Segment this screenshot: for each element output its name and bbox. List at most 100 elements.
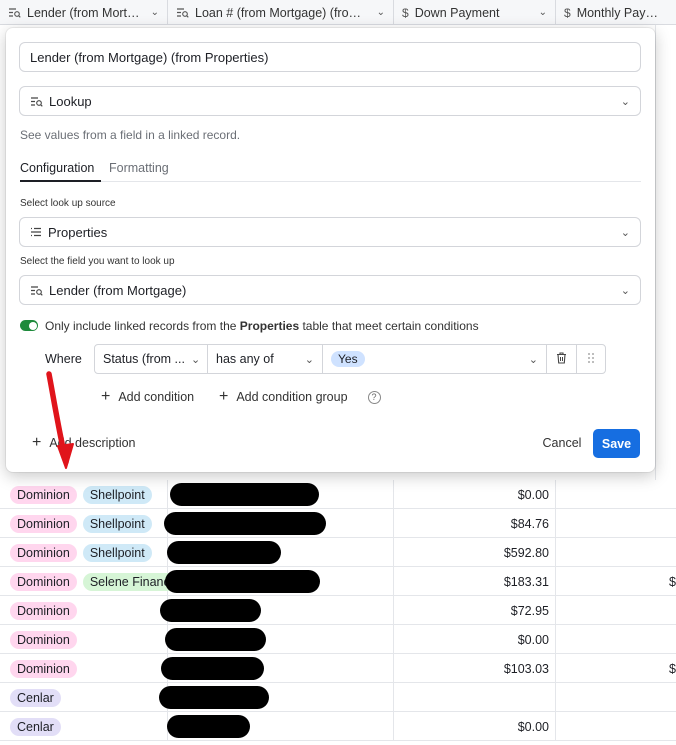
redaction-mark xyxy=(165,570,320,593)
lender-cell[interactable]: Dominion Shellpoint xyxy=(0,480,168,509)
lookup-field-label: Select the field you want to look up xyxy=(20,256,175,267)
grid-background xyxy=(655,25,676,480)
add-condition-button[interactable]: + Add condition xyxy=(101,388,195,405)
lookup-field-select[interactable]: Lender (from Mortgage) ⌄ xyxy=(19,275,641,305)
conditions-toggle[interactable] xyxy=(20,320,38,331)
help-icon[interactable]: ? xyxy=(367,390,381,404)
plus-icon: + xyxy=(101,388,111,405)
field-type-value: Lookup xyxy=(49,93,92,109)
cancel-button[interactable]: Cancel xyxy=(532,428,592,458)
lender-cell[interactable]: Cenlar xyxy=(0,683,168,712)
monthly-payment-cell[interactable]: $ xyxy=(556,567,676,596)
lender-pill: Dominion xyxy=(10,543,77,562)
lender-cell[interactable]: Dominion Shellpoint xyxy=(0,538,168,567)
table-row[interactable]: Dominion Shellpoint $0.00 xyxy=(0,480,676,509)
down-payment-cell[interactable]: $72.95 xyxy=(394,596,556,625)
conditions-table-name: Properties xyxy=(239,319,300,333)
lender-cell[interactable]: Cenlar xyxy=(0,712,168,741)
monthly-payment-cell[interactable]: $ xyxy=(556,654,676,683)
table-row[interactable]: Dominion Shellpoint $592.80 xyxy=(0,538,676,567)
tab-configuration[interactable]: Configuration xyxy=(20,161,94,175)
lender-pill: Shellpoint xyxy=(82,485,152,504)
source-label: Select look up source xyxy=(20,198,116,209)
lender-pill: Dominion xyxy=(10,659,77,678)
table-row[interactable]: Dominion $103.03 $ xyxy=(0,654,676,683)
plus-icon: + xyxy=(32,434,42,451)
lender-cell[interactable]: Dominion Shellpoint xyxy=(0,509,168,538)
lender-cell[interactable]: Dominion xyxy=(0,596,168,625)
condition-value-select[interactable]: Yes ⌄ xyxy=(323,345,547,373)
redaction-mark xyxy=(160,599,261,622)
chevron-down-icon[interactable]: ⌄ xyxy=(377,7,385,18)
condition-operator-select[interactable]: has any of ⌄ xyxy=(208,345,323,373)
lookup-icon xyxy=(8,7,21,18)
lookup-source-select[interactable]: Properties ⌄ xyxy=(19,217,641,247)
grid-header: Lender (from Mortga... ⌄ Loan # (from Mo… xyxy=(0,0,676,25)
column-header-loan-number[interactable]: Loan # (from Mortgage) (from Pr... ⌄ xyxy=(168,0,394,25)
column-header-label: Monthly Payment xyxy=(576,5,668,20)
field-name-input[interactable]: Lender (from Mortgage) (from Properties) xyxy=(19,42,641,72)
lender-cell[interactable]: Dominion Selene Finance xyxy=(0,567,184,596)
column-header-down-payment[interactable]: $ Down Payment ⌄ xyxy=(394,0,556,25)
drag-handle[interactable] xyxy=(577,345,605,373)
column-header-label: Lender (from Mortga... xyxy=(27,5,145,20)
down-payment-cell[interactable]: $0.00 xyxy=(394,712,556,741)
linked-record-icon xyxy=(30,227,42,237)
down-payment-cell[interactable] xyxy=(394,683,556,712)
monthly-payment-cell[interactable] xyxy=(556,509,676,538)
down-payment-cell[interactable]: $84.76 xyxy=(394,509,556,538)
down-payment-cell[interactable]: $0.00 xyxy=(394,625,556,654)
delete-condition-button[interactable] xyxy=(547,345,577,373)
table-row[interactable]: Dominion Selene Finance $183.31 $ xyxy=(0,567,676,596)
lender-cell[interactable]: Dominion xyxy=(0,625,168,654)
lender-pill: Dominion xyxy=(10,630,77,649)
monthly-payment-cell[interactable] xyxy=(556,712,676,741)
redaction-mark xyxy=(167,541,281,564)
chevron-down-icon[interactable]: ⌄ xyxy=(151,7,159,18)
monthly-payment-cell[interactable] xyxy=(556,683,676,712)
chevron-down-icon[interactable]: ⌄ xyxy=(539,7,547,18)
chevron-down-icon: ⌄ xyxy=(304,353,314,366)
currency-icon: $ xyxy=(402,5,409,20)
column-header-label: Loan # (from Mortgage) (from Pr... xyxy=(195,5,371,20)
chevron-down-icon: ⌄ xyxy=(528,353,538,366)
add-description-label: Add description xyxy=(49,436,136,450)
add-condition-label: Add condition xyxy=(118,390,195,404)
save-button[interactable]: Save xyxy=(593,429,640,458)
condition-row: Status (from ... ⌄ has any of ⌄ Yes ⌄ xyxy=(94,344,606,374)
field-type-select[interactable]: Lookup ⌄ xyxy=(19,86,641,116)
redaction-mark xyxy=(167,715,250,738)
tab-formatting[interactable]: Formatting xyxy=(109,161,169,175)
monthly-payment-cell[interactable] xyxy=(556,596,676,625)
lender-pill: Shellpoint xyxy=(82,514,152,533)
add-condition-group-button[interactable]: + Add condition group ? xyxy=(219,388,381,405)
down-payment-cell[interactable]: $183.31 xyxy=(394,567,556,596)
monthly-payment-cell[interactable] xyxy=(556,625,676,654)
lender-cell[interactable]: Dominion xyxy=(0,654,168,683)
condition-field-select[interactable]: Status (from ... ⌄ xyxy=(95,345,208,373)
table-row[interactable]: Dominion $0.00 xyxy=(0,625,676,654)
plus-icon: + xyxy=(219,388,229,405)
lender-pill: Shellpoint xyxy=(82,543,152,562)
field-type-description: See values from a field in a linked reco… xyxy=(20,128,241,142)
lookup-icon xyxy=(30,96,43,107)
conditions-toggle-label: Only include linked records from the Pro… xyxy=(45,319,479,333)
field-config-dialog: Lender (from Mortgage) (from Properties)… xyxy=(6,28,655,472)
table-row[interactable]: Dominion $72.95 xyxy=(0,596,676,625)
add-description-button[interactable]: + Add description xyxy=(32,434,136,451)
lookup-icon xyxy=(30,285,43,296)
down-payment-cell[interactable]: $103.03 xyxy=(394,654,556,683)
column-header-monthly-payment[interactable]: $ Monthly Payment xyxy=(556,0,676,25)
monthly-payment-cell[interactable] xyxy=(556,538,676,567)
down-payment-cell[interactable]: $592.80 xyxy=(394,538,556,567)
redaction-mark xyxy=(161,657,264,680)
table-row[interactable]: Cenlar xyxy=(0,683,676,712)
monthly-payment-cell[interactable] xyxy=(556,480,676,509)
down-payment-cell[interactable]: $0.00 xyxy=(394,480,556,509)
lender-pill: Dominion xyxy=(10,601,77,620)
table-row[interactable]: Cenlar $0.00 xyxy=(0,712,676,741)
where-label: Where xyxy=(45,352,82,366)
table-row[interactable]: Dominion Shellpoint $84.76 xyxy=(0,509,676,538)
column-header-lender[interactable]: Lender (from Mortga... ⌄ xyxy=(0,0,168,25)
redaction-mark xyxy=(159,686,269,709)
